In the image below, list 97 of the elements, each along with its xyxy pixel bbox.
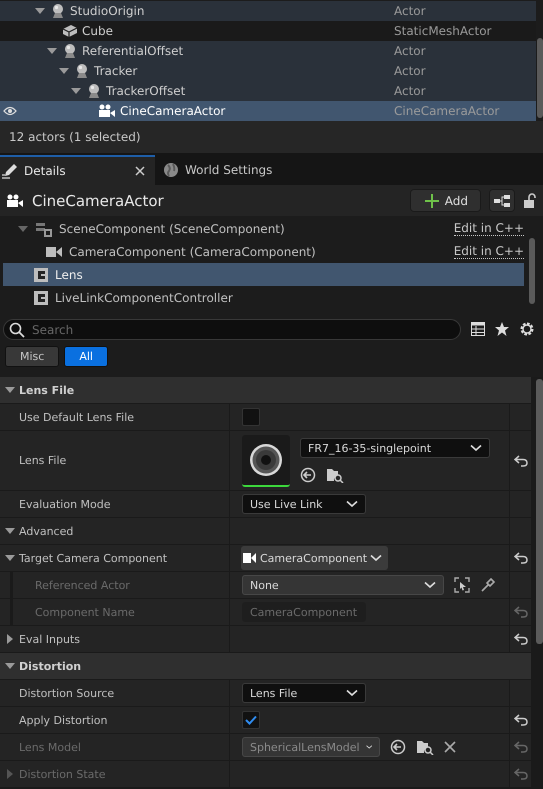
property-label: Target Camera Component bbox=[19, 552, 168, 564]
property-label: Apply Distortion bbox=[19, 714, 108, 726]
chevron-icon bbox=[370, 554, 382, 562]
tab[interactable]: Details bbox=[0, 155, 155, 185]
plus-icon bbox=[424, 194, 439, 208]
component-row[interactable]: CameraComponent (CameraComponent) Edit in C++ bbox=[3, 240, 524, 263]
property-label: Evaluation Mode bbox=[19, 498, 111, 510]
checkmark-icon bbox=[245, 715, 257, 725]
component-row[interactable]: Lens bbox=[3, 263, 524, 286]
property-label: Distortion Source bbox=[19, 686, 114, 700]
outliner-row[interactable]: TrackerOffset Actor bbox=[0, 81, 536, 101]
actor-name: CineCameraActor bbox=[120, 104, 226, 118]
actor-type: CineCameraActor bbox=[394, 104, 500, 118]
actor-type: Actor bbox=[394, 84, 426, 98]
property-label: Lens File bbox=[19, 454, 66, 467]
actor-icon bbox=[86, 83, 102, 99]
chevron-icon bbox=[424, 581, 436, 589]
lens-icon bbox=[248, 442, 284, 478]
chevron-icon bbox=[346, 689, 358, 697]
component-icon bbox=[35, 220, 53, 236]
settings-icon[interactable] bbox=[519, 321, 535, 337]
dropdown[interactable]: Lens File bbox=[242, 683, 366, 703]
component-dropdown[interactable]: CameraComponent bbox=[241, 546, 388, 570]
property-label: Distortion State bbox=[19, 768, 106, 780]
class-icon bbox=[33, 266, 49, 282]
star-icon[interactable] bbox=[495, 322, 509, 336]
hierarchy-icon bbox=[494, 194, 510, 206]
property-label: Eval Inputs bbox=[19, 632, 80, 646]
edit-link[interactable]: Edit in C++ bbox=[454, 244, 524, 259]
camera-icon bbox=[45, 246, 63, 258]
actor-name: Tracker bbox=[94, 64, 138, 78]
actor-name: Cube bbox=[82, 24, 113, 38]
search-icon bbox=[9, 322, 25, 338]
component-row[interactable]: LiveLinkComponentController bbox=[3, 286, 524, 309]
movie-camera-icon bbox=[98, 104, 116, 118]
component-name: Lens bbox=[55, 268, 83, 282]
unlocked-lock-icon[interactable] bbox=[523, 192, 537, 208]
actor-count: 12 actors (1 selected) bbox=[9, 130, 141, 144]
outliner-row[interactable]: Tracker Actor bbox=[0, 61, 536, 81]
scrollbar[interactable] bbox=[536, 379, 543, 644]
section-title: Lens File bbox=[19, 384, 74, 396]
actor-type: Actor bbox=[394, 64, 426, 78]
eye-icon[interactable] bbox=[3, 106, 17, 116]
movie-camera-icon bbox=[6, 194, 24, 208]
component-name: SceneComponent (SceneComponent) bbox=[59, 222, 285, 236]
component-name: LiveLinkComponentController bbox=[55, 290, 233, 304]
outliner-row[interactable]: ReferentialOffset Actor bbox=[0, 41, 536, 61]
scrollbar[interactable] bbox=[537, 38, 543, 118]
cube-icon bbox=[62, 23, 78, 39]
globe-icon bbox=[163, 162, 179, 178]
folder-search-icon[interactable] bbox=[416, 739, 434, 755]
checkbox[interactable] bbox=[242, 408, 260, 426]
actor-type: StaticMeshActor bbox=[394, 24, 492, 38]
table-icon[interactable] bbox=[471, 322, 485, 336]
actor-type: Actor bbox=[394, 4, 426, 18]
group-title: Advanced bbox=[19, 524, 74, 538]
property-label: Referenced Actor bbox=[35, 578, 130, 592]
filter-button[interactable]: All bbox=[64, 346, 108, 367]
camera-icon bbox=[243, 552, 257, 564]
actor-icon bbox=[62, 43, 78, 59]
actor-icon bbox=[74, 63, 90, 79]
close-icon[interactable] bbox=[135, 166, 145, 176]
chevron-icon bbox=[470, 444, 482, 452]
dropdown[interactable]: Use Live Link bbox=[242, 494, 366, 514]
section-header[interactable]: Lens File bbox=[0, 377, 531, 403]
edit-link[interactable]: Edit in C++ bbox=[454, 221, 524, 236]
actor-title: CineCameraActor bbox=[32, 192, 165, 210]
checkbox[interactable] bbox=[242, 711, 260, 729]
outliner-row[interactable]: CineCameraActor CineCameraActor bbox=[0, 101, 536, 121]
pencil-icon bbox=[2, 163, 18, 179]
actor-name: ReferentialOffset bbox=[82, 44, 184, 58]
filter-button[interactable]: Misc bbox=[5, 346, 60, 367]
property-label: Component Name bbox=[35, 606, 135, 618]
actor-name: TrackerOffset bbox=[106, 84, 186, 98]
actor-type: Actor bbox=[394, 44, 426, 58]
property-label: Lens Model bbox=[19, 740, 81, 754]
chevron-icon bbox=[366, 743, 372, 751]
property-row[interactable]: Advanced bbox=[0, 518, 531, 544]
clear-icon[interactable] bbox=[444, 741, 456, 753]
component-name: CameraComponent (CameraComponent) bbox=[69, 244, 316, 258]
class-icon bbox=[33, 290, 49, 306]
property-label: Use Default Lens File bbox=[19, 410, 134, 424]
hierarchy-button[interactable] bbox=[489, 189, 515, 212]
scrollbar[interactable] bbox=[529, 238, 535, 304]
component-row[interactable]: SceneComponent (SceneComponent) Edit in C++ bbox=[3, 217, 524, 240]
folder-search-icon[interactable] bbox=[326, 467, 344, 483]
outliner-row[interactable]: StudioOrigin Actor bbox=[0, 1, 536, 21]
chevron-icon bbox=[346, 500, 358, 508]
search-field[interactable]: Search bbox=[3, 319, 461, 340]
lens-thumbnail[interactable] bbox=[242, 434, 290, 486]
tab[interactable]: World Settings bbox=[155, 155, 295, 185]
actor-name: StudioOrigin bbox=[70, 4, 144, 18]
section-title: Distortion bbox=[19, 660, 82, 672]
asset-dropdown[interactable]: FR7_16-35-singlepoint bbox=[300, 438, 490, 458]
actor-icon bbox=[50, 3, 66, 19]
add-button[interactable]: Add bbox=[410, 189, 481, 212]
section-header[interactable]: Distortion bbox=[0, 653, 531, 679]
